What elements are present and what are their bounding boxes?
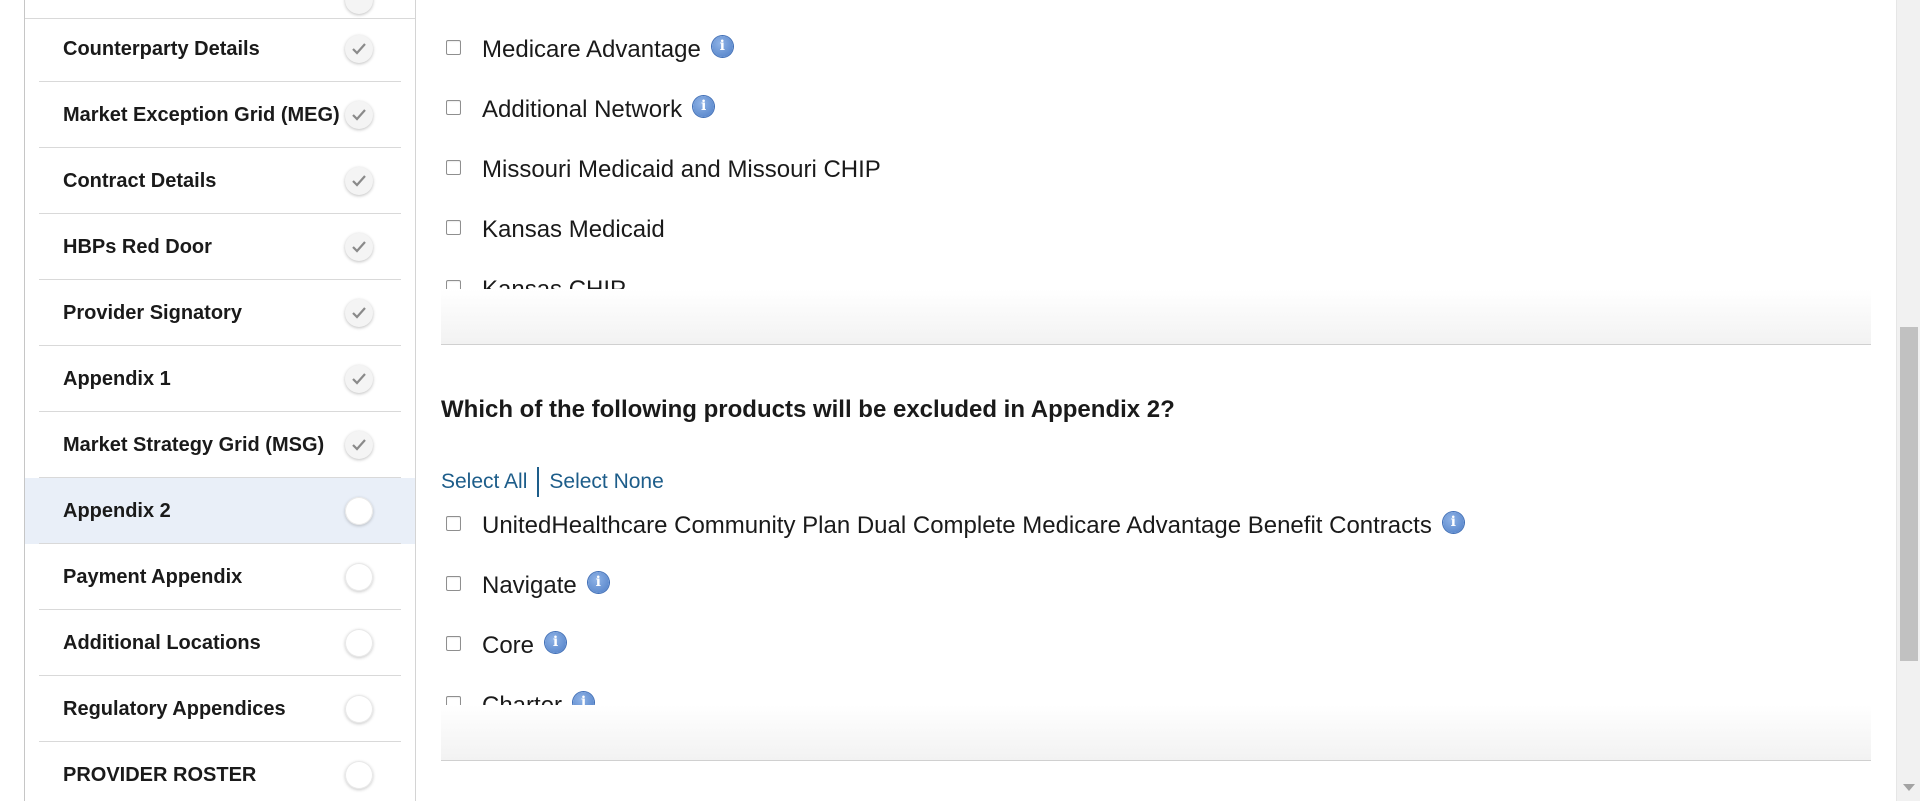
option-label[interactable]: Core bbox=[482, 632, 534, 660]
select-none-link[interactable]: Select None bbox=[549, 470, 663, 494]
select-divider bbox=[537, 467, 540, 497]
scrollbar-thumb[interactable] bbox=[1900, 327, 1918, 661]
option-label[interactable]: Navigate bbox=[482, 572, 577, 600]
info-icon[interactable]: i bbox=[587, 571, 609, 593]
status-pending-icon bbox=[345, 629, 373, 657]
check-icon bbox=[345, 431, 373, 459]
vertical-scrollbar[interactable] bbox=[1896, 0, 1920, 801]
section-footer bbox=[441, 705, 1871, 761]
option-label[interactable]: Additional Network bbox=[482, 96, 682, 124]
sidebar-item-label: Market Strategy Grid (MSG) bbox=[63, 434, 325, 456]
sidebar-item-hbps-red-door[interactable]: HBPs Red Door bbox=[25, 214, 415, 280]
status-pending-icon bbox=[345, 695, 373, 723]
option-label[interactable]: Kansas Medicaid bbox=[482, 216, 665, 244]
sidebar-item-label: Contract Details bbox=[63, 170, 217, 192]
sidebar-item-regulatory-appendices[interactable]: Regulatory Appendices bbox=[25, 676, 415, 742]
info-icon[interactable]: i bbox=[693, 95, 715, 117]
sidebar-item-counterparty-details[interactable]: Counterparty Details bbox=[25, 16, 415, 82]
check-icon bbox=[345, 365, 373, 393]
sidebar-item-market-strategy-grid[interactable]: Market Strategy Grid (MSG) bbox=[25, 412, 415, 478]
sidebar: Counterparty Details Market Exception Gr… bbox=[0, 0, 416, 801]
sidebar-item-label: Regulatory Appendices bbox=[63, 698, 286, 720]
info-icon[interactable]: i bbox=[711, 35, 733, 57]
option-row: Kansas Medicaid bbox=[446, 210, 665, 250]
check-icon bbox=[345, 101, 373, 129]
option-checkbox[interactable] bbox=[446, 635, 461, 651]
sidebar-item-label: PROVIDER ROSTER bbox=[63, 764, 257, 786]
option-row: Navigate i bbox=[446, 566, 609, 606]
option-row: Core i bbox=[446, 626, 567, 666]
sidebar-item-appendix-2[interactable]: Appendix 2 bbox=[25, 478, 415, 544]
sidebar-item-label: Appendix 1 bbox=[63, 368, 171, 390]
sidebar-item-additional-locations[interactable]: Additional Locations bbox=[25, 610, 415, 676]
check-icon bbox=[345, 299, 373, 327]
sidebar-item-label: Market Exception Grid (MEG) bbox=[63, 104, 340, 126]
option-row: Medicare Advantage i bbox=[446, 30, 733, 70]
section-question: Which of the following products will be … bbox=[441, 396, 1175, 423]
option-checkbox[interactable] bbox=[446, 575, 461, 591]
option-checkbox[interactable] bbox=[446, 515, 461, 531]
info-icon[interactable]: i bbox=[1442, 511, 1464, 533]
option-checkbox[interactable] bbox=[446, 99, 461, 115]
status-pending-icon bbox=[345, 563, 373, 591]
option-row: UnitedHealthcare Community Plan Dual Com… bbox=[446, 506, 1464, 546]
sidebar-item-label: Payment Appendix bbox=[63, 566, 243, 588]
sidebar-item-label: Counterparty Details bbox=[63, 38, 260, 60]
sidebar-item-provider-roster[interactable]: PROVIDER ROSTER bbox=[25, 742, 415, 808]
info-icon[interactable]: i bbox=[545, 631, 567, 653]
sidebar-item-contract-details[interactable]: Contract Details bbox=[25, 148, 415, 214]
select-controls: Select All Select None bbox=[441, 467, 664, 497]
option-label[interactable]: UnitedHealthcare Community Plan Dual Com… bbox=[482, 512, 1432, 540]
select-all-link[interactable]: Select All bbox=[441, 470, 527, 494]
sidebar-item-label: HBPs Red Door bbox=[63, 236, 212, 258]
sidebar-item-provider-signatory[interactable]: Provider Signatory bbox=[25, 280, 415, 346]
status-pending-icon bbox=[345, 761, 373, 789]
status-complete-icon bbox=[345, 0, 373, 14]
check-icon bbox=[345, 233, 373, 261]
option-label[interactable]: Medicare Advantage bbox=[482, 36, 701, 64]
main-content: Medicare Advantage i Additional Network … bbox=[416, 0, 1896, 801]
option-checkbox[interactable] bbox=[446, 219, 461, 235]
option-label[interactable]: Missouri Medicaid and Missouri CHIP bbox=[482, 156, 881, 184]
section-footer bbox=[441, 289, 1871, 345]
sidebar-item-label: Provider Signatory bbox=[63, 302, 242, 324]
check-icon bbox=[345, 35, 373, 63]
option-checkbox[interactable] bbox=[446, 159, 461, 175]
sidebar-item-payment-appendix[interactable]: Payment Appendix bbox=[25, 544, 415, 610]
option-checkbox[interactable] bbox=[446, 39, 461, 55]
scroll-down-arrow-icon[interactable] bbox=[1903, 784, 1915, 791]
option-row: Additional Network i bbox=[446, 90, 715, 130]
sidebar-item-appendix-1[interactable]: Appendix 1 bbox=[25, 346, 415, 412]
sidebar-item-label: Additional Locations bbox=[63, 632, 261, 654]
status-pending-icon bbox=[345, 497, 373, 525]
option-row: Missouri Medicaid and Missouri CHIP bbox=[446, 150, 881, 190]
sidebar-item-market-exception-grid[interactable]: Market Exception Grid (MEG) bbox=[25, 82, 415, 148]
sidebar-item-label: Appendix 2 bbox=[63, 500, 171, 522]
check-icon bbox=[345, 167, 373, 195]
